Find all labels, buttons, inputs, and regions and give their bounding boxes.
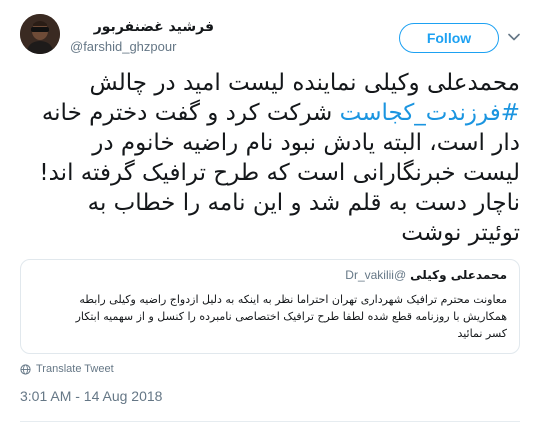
quoted-tweet-name: محمدعلی وکیلی [410, 268, 507, 282]
tweet-timestamp[interactable]: 3:01 AM - 14 Aug 2018 [20, 388, 162, 404]
quoted-tweet-line: همکاریش با روزنامه قطع شده لطفا طرح تراف… [75, 310, 507, 323]
tweet-text: محمدعلی وکیلی نماینده لیست امید در چالش … [20, 68, 520, 248]
translate-tweet-link[interactable]: Translate Tweet [20, 362, 114, 376]
quoted-tweet-line: کسر نمائید [457, 327, 507, 340]
display-name[interactable]: فرشید غضنفربور [70, 19, 214, 35]
tweet-text-line: توئیتر نوشت [401, 220, 520, 246]
avatar[interactable] [20, 14, 60, 54]
quoted-tweet-text: معاونت محترم ترافیک شهرداری تهران احترام… [35, 291, 507, 342]
quoted-tweet-line: معاونت محترم ترافیک شهرداری تهران احترام… [79, 293, 507, 306]
quoted-tweet-header: محمدعلی وکیلی@Dr_vakilii [345, 268, 507, 282]
follow-button[interactable]: Follow [399, 23, 499, 53]
tweet-text-line: #فرزندت_کجاست شرکت کرد و گفت دخترم خانه [20, 98, 520, 128]
tweet-card: فرشید غضنفربور @farshid_ghzpour Follow م… [0, 0, 541, 423]
divider [20, 421, 520, 422]
hashtag-link[interactable]: #فرزندت_کجاست [340, 100, 520, 126]
tweet-text-fragment: شرکت کرد و گفت دخترم خانه [41, 100, 340, 126]
tweet-text-line: محمدعلی وکیلی نماینده لیست امید در چالش [89, 70, 520, 96]
screen-name[interactable]: @farshid_ghzpour [70, 39, 176, 54]
translate-tweet-label: Translate Tweet [36, 363, 114, 375]
tweet-text-line: ناچار دست به قلم شد و این نامه را خطاب ب… [87, 190, 520, 216]
quoted-tweet-handle: @Dr_vakilii [345, 268, 407, 282]
tweet-text-line: دار است، البته یادش نبود نام راضیه خانوم… [92, 130, 520, 156]
chevron-down-icon[interactable] [507, 30, 521, 44]
tweet-text-line: لیست خبرنگارانی است که طرح ترافیک گرفته … [39, 160, 520, 186]
quoted-tweet[interactable]: محمدعلی وکیلی@Dr_vakilii معاونت محترم تر… [20, 259, 520, 354]
globe-icon [20, 363, 31, 375]
